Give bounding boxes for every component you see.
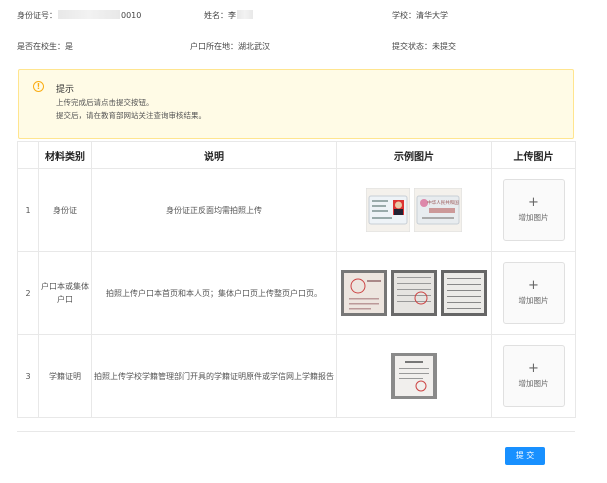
name-field: 姓名：李 [204, 10, 254, 21]
name-mask [237, 10, 253, 19]
row-category: 身份证 [38, 168, 92, 252]
row-samples [336, 251, 492, 335]
id-card-back-text: 中华人民共和国 [427, 199, 459, 206]
table-header-row: 材料类别 说明 示例图片 上传图片 [17, 141, 576, 169]
alert-title: 提示 [56, 85, 75, 95]
header-description: 说明 [91, 141, 337, 169]
row-index: 3 [17, 334, 39, 418]
row-samples: 中华人民共和国 [336, 168, 492, 252]
school-field: 学校：清华大学 [392, 11, 448, 20]
plus-icon: + [528, 277, 539, 293]
notice-alert: ! 提示 上传完成后请点击提交按钮。 提交后，请在教育部网站关注查询审核结果。 [18, 69, 574, 139]
collective-hukou-image[interactable] [441, 270, 487, 316]
plus-icon: + [528, 360, 539, 376]
row-index: 2 [17, 251, 39, 335]
id-card-back-image[interactable]: 中华人民共和国 [414, 188, 462, 232]
row-description: 拍照上传学校学籍管理部门开具的学籍证明原件或学信网上学籍报告 [91, 334, 337, 418]
header-category: 材料类别 [38, 141, 92, 169]
table-row: 2 户口本或集体户口 拍照上传户口本首页和本人页；集体户口页上传整页户口页。 +… [17, 251, 576, 335]
row-description: 身份证正反面均需拍照上传 [91, 168, 337, 252]
row-upload: + 增加图片 [491, 251, 576, 335]
header-index [17, 141, 39, 169]
row-upload: + 增加图片 [491, 168, 576, 252]
hukou-page-image[interactable] [391, 270, 437, 316]
submit-button[interactable]: 提 交 [505, 447, 545, 465]
row-description: 拍照上传户口本首页和本人页；集体户口页上传整页户口页。 [91, 251, 337, 335]
in-school-field: 是否在校生：是 [17, 42, 73, 51]
table-row: 1 身份证 身份证正反面均需拍照上传 中华人民共和国 + 增加图片 [17, 168, 576, 252]
id-number-field: 身份证号： 0010 [17, 10, 142, 20]
add-image-button[interactable]: + 增加图片 [502, 179, 565, 241]
row-samples [336, 334, 492, 418]
submit-status-field: 提交状态：未提交 [392, 42, 456, 51]
alert-line-2: 提交后，请在教育部网站关注查询审核结果。 [56, 111, 206, 120]
row-upload: + 增加图片 [491, 334, 576, 418]
header-upload: 上传图片 [491, 141, 576, 169]
hukou-field: 户口所在地：湖北武汉 [190, 42, 270, 51]
divider [17, 431, 575, 432]
alert-line-1: 上传完成后请点击提交按钮。 [56, 98, 154, 107]
add-image-button[interactable]: + 增加图片 [502, 262, 565, 324]
plus-icon: + [528, 194, 539, 210]
exclamation-circle-icon: ! [33, 81, 44, 92]
row-index: 1 [17, 168, 39, 252]
row-category: 学籍证明 [38, 334, 92, 418]
materials-table: 材料类别 说明 示例图片 上传图片 1 身份证 身份证正反面均需拍照上传 中华人… [17, 141, 576, 418]
id-card-front-image[interactable] [366, 188, 410, 232]
enrollment-certificate-image[interactable] [391, 353, 437, 399]
header-sample: 示例图片 [336, 141, 492, 169]
row-category: 户口本或集体户口 [38, 251, 92, 335]
table-row: 3 学籍证明 拍照上传学校学籍管理部门开具的学籍证明原件或学信网上学籍报告 + … [17, 334, 576, 418]
hukou-cover-image[interactable] [341, 270, 387, 316]
id-number-mask [58, 10, 120, 19]
add-image-button[interactable]: + 增加图片 [502, 345, 565, 407]
